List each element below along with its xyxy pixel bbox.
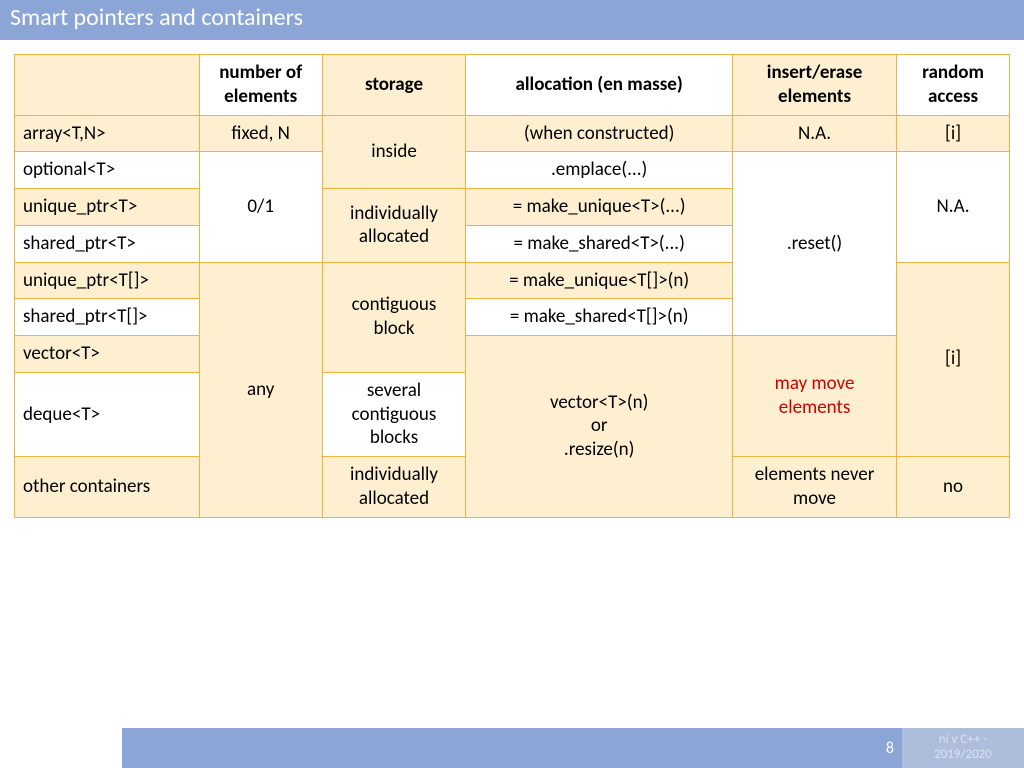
cell-make-shared-arr: = make_shared<T[]>(n) — [466, 299, 733, 336]
cell-indiv1: individually allocated — [322, 189, 466, 263]
header-random: random access — [897, 55, 1010, 116]
table-row: array<T,N> fixed, N inside (when constru… — [15, 115, 1010, 152]
cell-make-unique-arr: = make_unique<T[]>(n) — [466, 262, 733, 299]
cell-inside: inside — [322, 115, 466, 189]
footer-note-line2: 2019/2020 — [934, 747, 992, 762]
row-label-other: other containers — [15, 457, 200, 518]
header-num: number of elements — [199, 55, 322, 116]
cell-na2: N.A. — [897, 152, 1010, 262]
cell-idx1: [i] — [897, 115, 1010, 152]
footer-note-line1: ní v C++ - — [939, 732, 987, 747]
header-storage: storage — [322, 55, 466, 116]
cell-vector-resize: vector<T>(n) or .resize(n) — [466, 336, 733, 518]
row-label-unique-arr: unique_ptr<T[]> — [15, 262, 200, 299]
comparison-table: number of elements storage allocation (e… — [14, 54, 1010, 518]
cell-contig: contiguous block — [322, 262, 466, 372]
cell-idx2: [i] — [897, 262, 1010, 457]
row-label-optional: optional<T> — [15, 152, 200, 189]
slide-content: number of elements storage allocation (e… — [0, 40, 1024, 532]
table-row: vector<T> vector<T>(n) or .resize(n) may… — [15, 336, 1010, 373]
cell-indiv2: individually allocated — [322, 457, 466, 518]
cell-emplace: .emplace(...) — [466, 152, 733, 189]
row-label-vector: vector<T> — [15, 336, 200, 373]
header-alloc: allocation (en masse) — [466, 55, 733, 116]
cell-no: no — [897, 457, 1010, 518]
cell-make-shared: = make_shared<T>(...) — [466, 225, 733, 262]
row-label-unique: unique_ptr<T> — [15, 189, 200, 226]
row-label-shared: shared_ptr<T> — [15, 225, 200, 262]
cell-fixedN: fixed, N — [199, 115, 322, 152]
cell-make-unique: = make_unique<T>(...) — [466, 189, 733, 226]
table-header-row: number of elements storage allocation (e… — [15, 55, 1010, 116]
cell-any: any — [199, 262, 322, 517]
slide-footer: 8 ní v C++ - 2019/2020 — [0, 728, 1024, 768]
row-label-deque: deque<T> — [15, 372, 200, 456]
footer-note-box: ní v C++ - 2019/2020 — [902, 728, 1024, 768]
title-bar: Smart pointers and containers — [0, 0, 1024, 40]
cell-reset: .reset() — [732, 152, 896, 336]
row-label-array: array<T,N> — [15, 115, 200, 152]
cell-zero1: 0/1 — [199, 152, 322, 262]
cell-never-move: elements never move — [732, 457, 896, 518]
header-empty — [15, 55, 200, 116]
page-number: 8 — [886, 728, 894, 768]
header-insert: insert/erase elements — [732, 55, 896, 116]
cell-may-move: may move elements — [732, 336, 896, 457]
slide-title: Smart pointers and containers — [10, 3, 303, 32]
table-row: optional<T> 0/1 .emplace(...) .reset() N… — [15, 152, 1010, 189]
footer-note: ní v C++ - 2019/2020 — [934, 733, 992, 763]
row-label-shared-arr: shared_ptr<T[]> — [15, 299, 200, 336]
cell-na1: N.A. — [732, 115, 896, 152]
cell-several: several contiguous blocks — [322, 372, 466, 456]
cell-constructed: (when constructed) — [466, 115, 733, 152]
